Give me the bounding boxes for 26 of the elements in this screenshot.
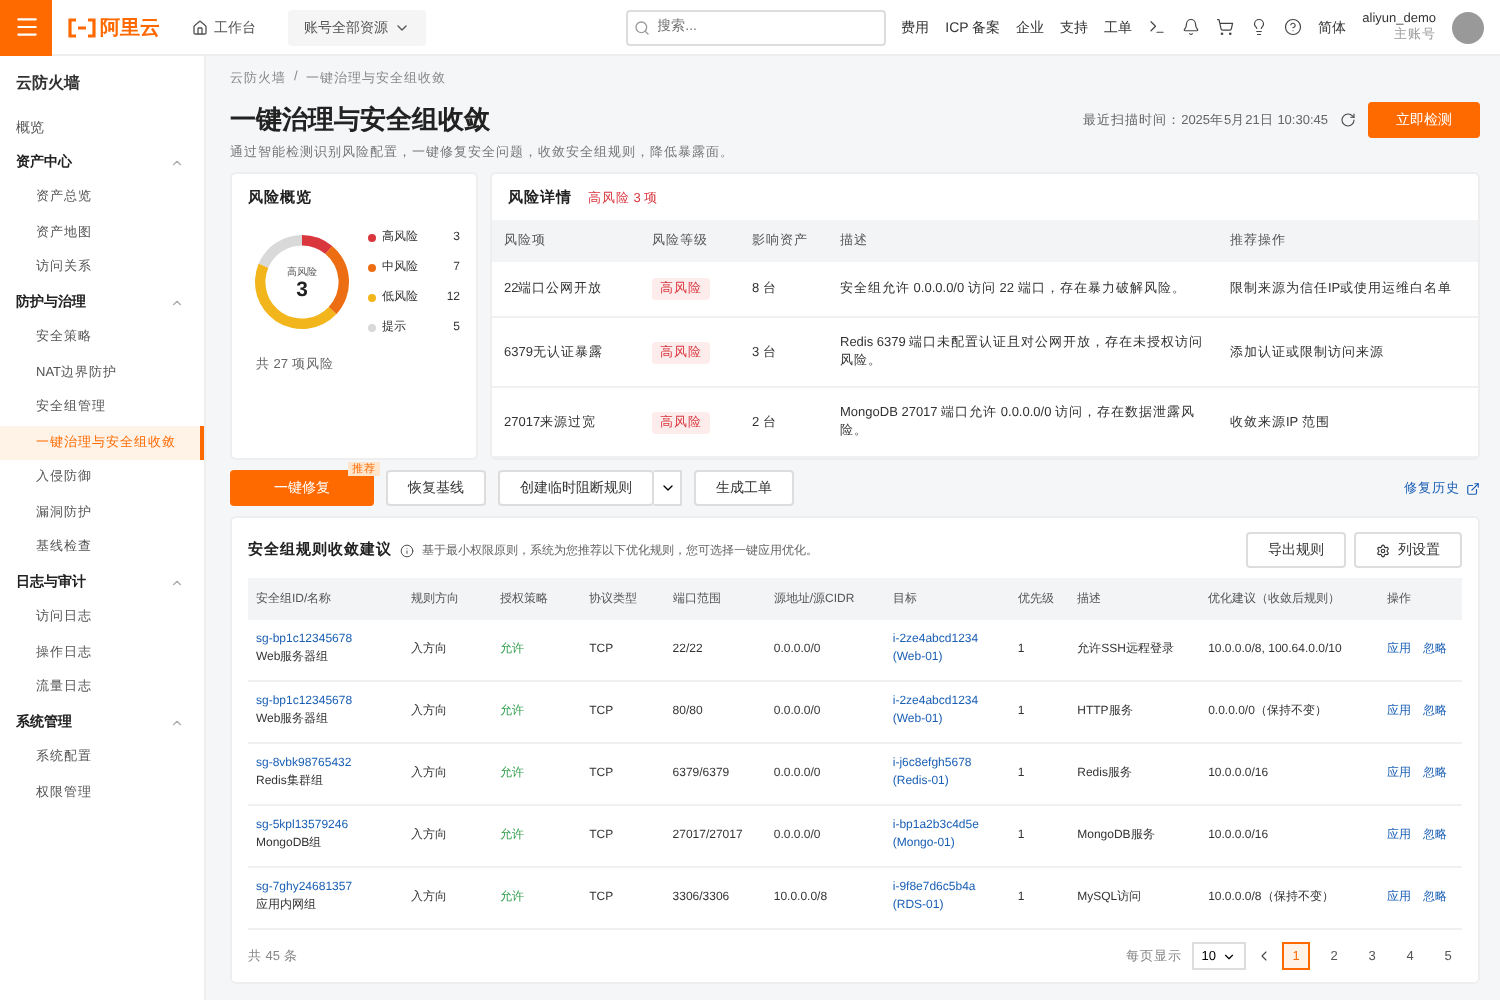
chevron-up-icon <box>170 295 184 310</box>
terminal-icon[interactable] <box>1148 18 1167 36</box>
donut-center-value: 3 <box>296 279 308 302</box>
bracket-logo-icon <box>68 17 96 37</box>
search-icon <box>633 19 650 35</box>
menu-icon <box>13 14 39 40</box>
refresh-icon[interactable] <box>1340 112 1356 128</box>
help-icon[interactable] <box>1284 18 1303 36</box>
bell-icon[interactable] <box>1182 18 1201 36</box>
previous-page-icon[interactable] <box>1256 948 1272 964</box>
caret-icon <box>659 480 675 496</box>
chevron-up-icon <box>170 575 184 590</box>
info-icon <box>400 543 414 557</box>
logo-text: 阿里云 <box>100 15 160 41</box>
gear-icon <box>1376 543 1390 557</box>
cart-icon[interactable] <box>1216 18 1235 36</box>
page-title: 一键治理与安全组收敛 <box>230 102 492 138</box>
sidebar-title: 云防火墙 <box>14 72 82 96</box>
caret-icon <box>1222 949 1236 963</box>
external-link-icon <box>1466 481 1480 495</box>
menu-button[interactable] <box>0 0 52 55</box>
avatar[interactable] <box>1452 11 1484 43</box>
dropdown-button[interactable] <box>654 470 682 506</box>
chevron-up-icon <box>170 155 184 170</box>
chevron-up-icon <box>170 715 184 730</box>
home-icon <box>192 19 208 35</box>
